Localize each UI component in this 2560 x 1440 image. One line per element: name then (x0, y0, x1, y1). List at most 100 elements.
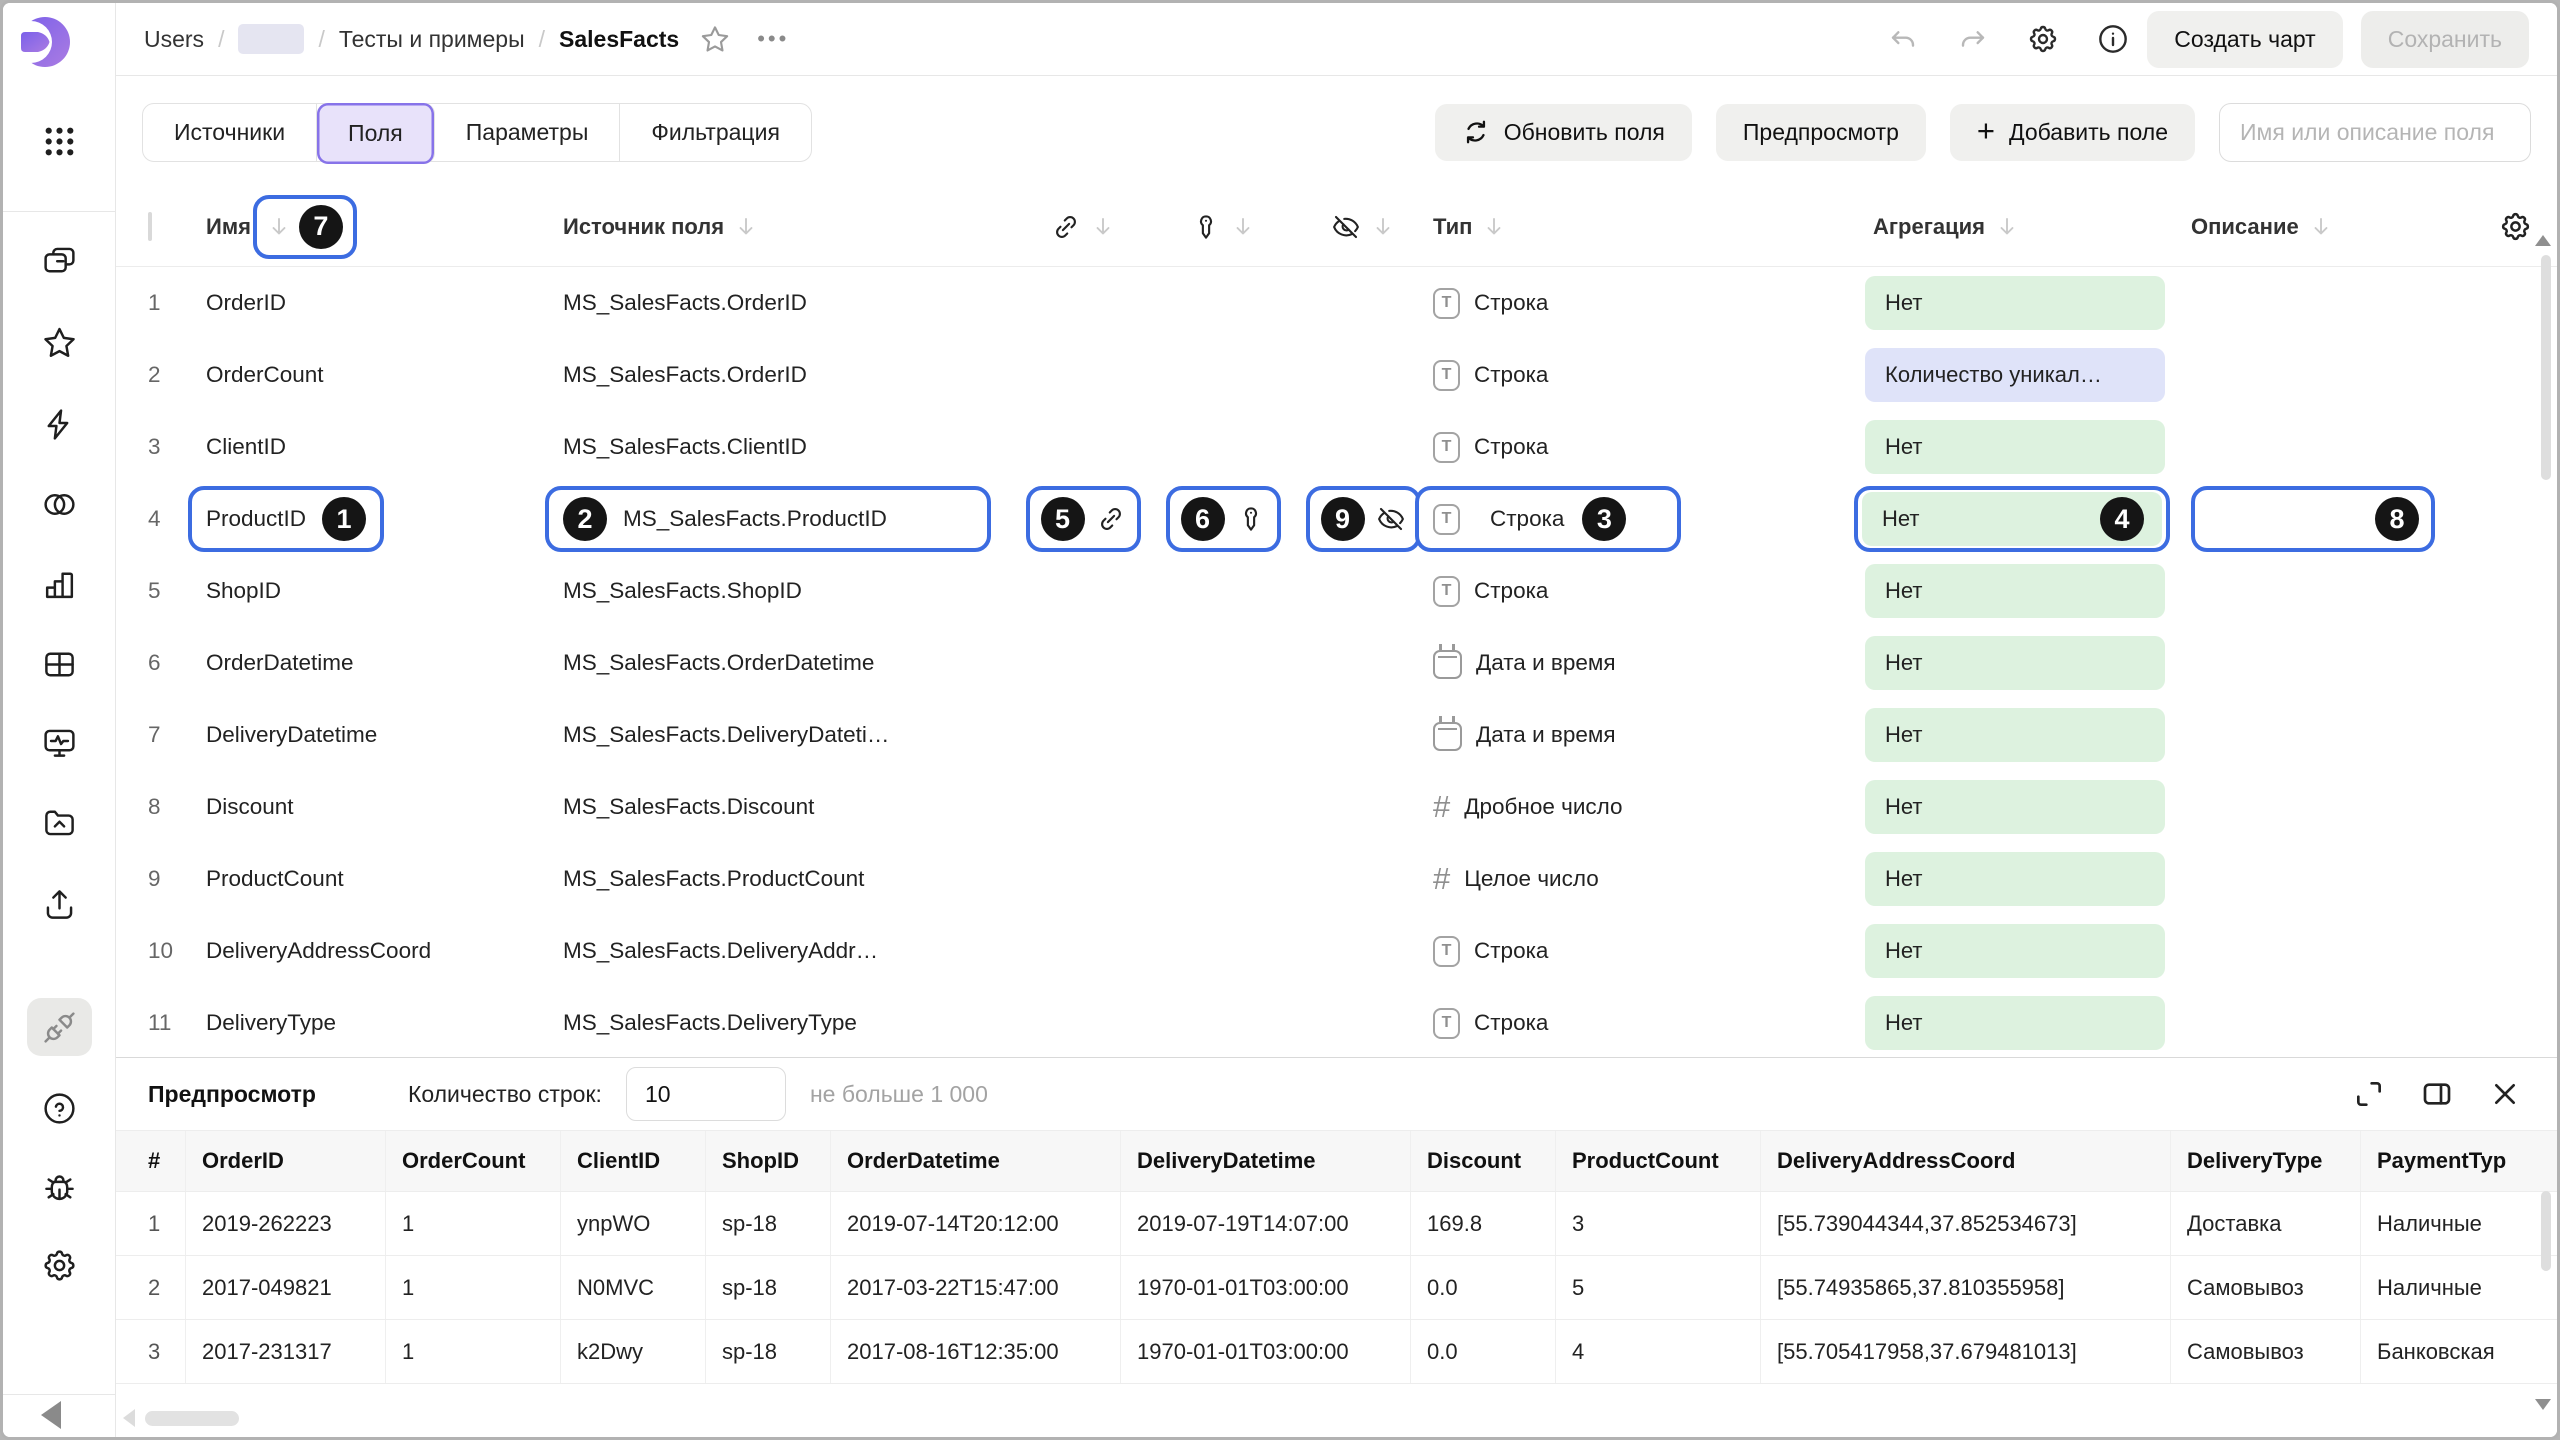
split-view-icon[interactable] (2421, 1078, 2453, 1110)
tab-sources[interactable]: Источники (143, 104, 317, 161)
bar-chart-icon[interactable] (3, 565, 116, 603)
tab-fields[interactable]: Поля (317, 103, 435, 164)
callout-5-link[interactable]: 5 (1026, 486, 1141, 552)
callout-1-field-name[interactable]: ProductID 1 (188, 486, 384, 552)
row-count-input[interactable] (626, 1067, 786, 1121)
apps-grid-icon[interactable] (3, 121, 116, 161)
field-type[interactable]: Строка (1433, 936, 1865, 967)
connections-venn-icon[interactable] (3, 485, 116, 523)
field-name[interactable]: ProductCount (206, 866, 563, 892)
field-row-5[interactable]: 5 ShopID MS_SalesFacts.ShopID Строка Нет (116, 555, 2557, 627)
preview-toggle-button[interactable]: Предпросмотр (1716, 104, 1926, 161)
dashboard-monitor-icon[interactable] (3, 723, 116, 761)
aggregation-badge[interactable]: Нет (1865, 276, 2165, 330)
field-name[interactable]: DeliveryAddressCoord (206, 938, 563, 964)
callout-9-hide[interactable]: 9 (1306, 486, 1421, 552)
datalens-logo-icon[interactable] (15, 13, 73, 71)
aggregation-badge[interactable]: Нет (1865, 852, 2165, 906)
sort-icon[interactable] (1091, 215, 1115, 239)
field-name[interactable]: OrderCount (206, 362, 563, 388)
breadcrumb-users[interactable]: Users (144, 26, 204, 53)
sort-icon[interactable] (1371, 215, 1395, 239)
column-header-type[interactable]: Тип (1433, 214, 1865, 240)
field-type[interactable]: Строка (1433, 360, 1865, 391)
refresh-fields-button[interactable]: Обновить поля (1435, 104, 1692, 161)
horizontal-scrollbar-thumb[interactable] (145, 1411, 239, 1426)
sort-icon[interactable] (1231, 215, 1255, 239)
field-row-1[interactable]: 1 OrderID MS_SalesFacts.OrderID Строка Н… (116, 267, 2557, 339)
tab-parameters[interactable]: Параметры (435, 104, 621, 161)
callout-3-field-type[interactable]: Строка 3 (1415, 486, 1681, 552)
sort-icon[interactable] (1995, 215, 2019, 239)
column-header-hidden[interactable] (1293, 212, 1433, 242)
field-row-3[interactable]: 3 ClientID MS_SalesFacts.ClientID Строка… (116, 411, 2557, 483)
bug-icon[interactable] (3, 1167, 116, 1205)
aggregation-badge[interactable]: Нет (1865, 708, 2165, 762)
add-field-button[interactable]: + Добавить поле (1950, 104, 2195, 161)
column-header-aggregation[interactable]: Агрегация (1865, 214, 2191, 240)
collections-icon[interactable] (3, 241, 116, 279)
aggregation-badge[interactable]: Нет (1865, 996, 2165, 1050)
aggregation-badge[interactable]: Нет (1865, 636, 2165, 690)
field-type[interactable]: Целое число (1433, 861, 1865, 897)
tab-filtering[interactable]: Фильтрация (620, 104, 811, 161)
field-row-8[interactable]: 8 Discount MS_SalesFacts.Discount Дробно… (116, 771, 2557, 843)
callout-6-key[interactable]: 6 (1166, 486, 1281, 552)
close-icon[interactable] (2489, 1078, 2521, 1110)
dataset-settings-gear-icon[interactable] (2027, 23, 2059, 55)
fields-scrollbar-up-icon[interactable] (2535, 235, 2551, 246)
field-name[interactable]: ShopID (206, 578, 563, 604)
storage-folder-icon[interactable] (3, 803, 116, 841)
column-header-name[interactable]: Имя 7 (206, 195, 563, 259)
field-name[interactable]: OrderDatetime (206, 650, 563, 676)
more-actions-icon[interactable]: ••• (757, 26, 789, 52)
field-type[interactable]: Дата и время (1433, 647, 1865, 679)
sidebar-item-connections-active[interactable] (27, 998, 92, 1056)
field-row-7[interactable]: 7 DeliveryDatetime MS_SalesFacts.Deliver… (116, 699, 2557, 771)
lightning-icon[interactable] (3, 405, 116, 443)
upload-icon[interactable] (3, 885, 116, 923)
field-type[interactable]: Строка (1433, 1008, 1865, 1039)
sort-icon[interactable] (2309, 215, 2333, 239)
fields-scrollbar-thumb[interactable] (2541, 255, 2551, 480)
field-type[interactable]: Строка (1433, 288, 1865, 319)
sort-icon[interactable] (1482, 215, 1506, 239)
field-row-10[interactable]: 10 DeliveryAddressCoord MS_SalesFacts.De… (116, 915, 2557, 987)
field-name[interactable]: Discount (206, 794, 563, 820)
aggregation-badge[interactable]: Нет (1865, 420, 2165, 474)
column-header-source[interactable]: Источник поля (563, 214, 1013, 240)
sort-icon[interactable] (267, 215, 291, 239)
info-icon[interactable] (2097, 23, 2129, 55)
select-all-checkbox[interactable] (148, 212, 152, 241)
sidebar-collapse-icon[interactable] (41, 1401, 61, 1429)
field-row-2[interactable]: 2 OrderCount MS_SalesFacts.OrderID Строк… (116, 339, 2557, 411)
field-type[interactable]: Строка (1433, 576, 1865, 607)
callout-2-field-source[interactable]: 2 MS_SalesFacts.ProductID (545, 486, 991, 552)
redo-icon[interactable] (1957, 23, 1989, 55)
undo-icon[interactable] (1887, 23, 1919, 55)
aggregation-badge[interactable]: Нет (1865, 924, 2165, 978)
breadcrumb-redacted-segment[interactable] (238, 24, 304, 54)
column-header-key[interactable] (1153, 212, 1293, 242)
aggregation-badge[interactable]: Количество уникал… (1865, 348, 2165, 402)
field-name[interactable]: DeliveryDatetime (206, 722, 563, 748)
key-icon[interactable] (1236, 504, 1266, 534)
breadcrumb-folder[interactable]: Тесты и примеры (339, 26, 525, 53)
field-type[interactable]: Дробное число (1433, 789, 1865, 825)
sort-icon[interactable] (734, 215, 758, 239)
column-header-link[interactable] (1013, 212, 1153, 242)
preview-scrollbar-down-icon[interactable] (2535, 1399, 2551, 1410)
field-search-input[interactable] (2219, 103, 2531, 162)
favorite-star-icon[interactable] (699, 23, 731, 55)
field-type[interactable]: Дата и время (1433, 719, 1865, 751)
field-name[interactable]: OrderID (206, 290, 563, 316)
column-header-description[interactable]: Описание (2191, 214, 2493, 240)
save-button[interactable]: Сохранить (2361, 11, 2529, 68)
horizontal-scrollbar[interactable] (123, 1407, 239, 1429)
help-icon[interactable] (3, 1089, 116, 1127)
aggregation-badge[interactable]: Нет (1865, 780, 2165, 834)
aggregation-badge[interactable]: Нет (1865, 564, 2165, 618)
scroll-left-icon[interactable] (123, 1409, 135, 1427)
field-name[interactable]: ClientID (206, 434, 563, 460)
field-row-4-highlighted[interactable]: 4 ProductID 1 2 MS_SalesFacts.ProductID … (116, 483, 2557, 555)
